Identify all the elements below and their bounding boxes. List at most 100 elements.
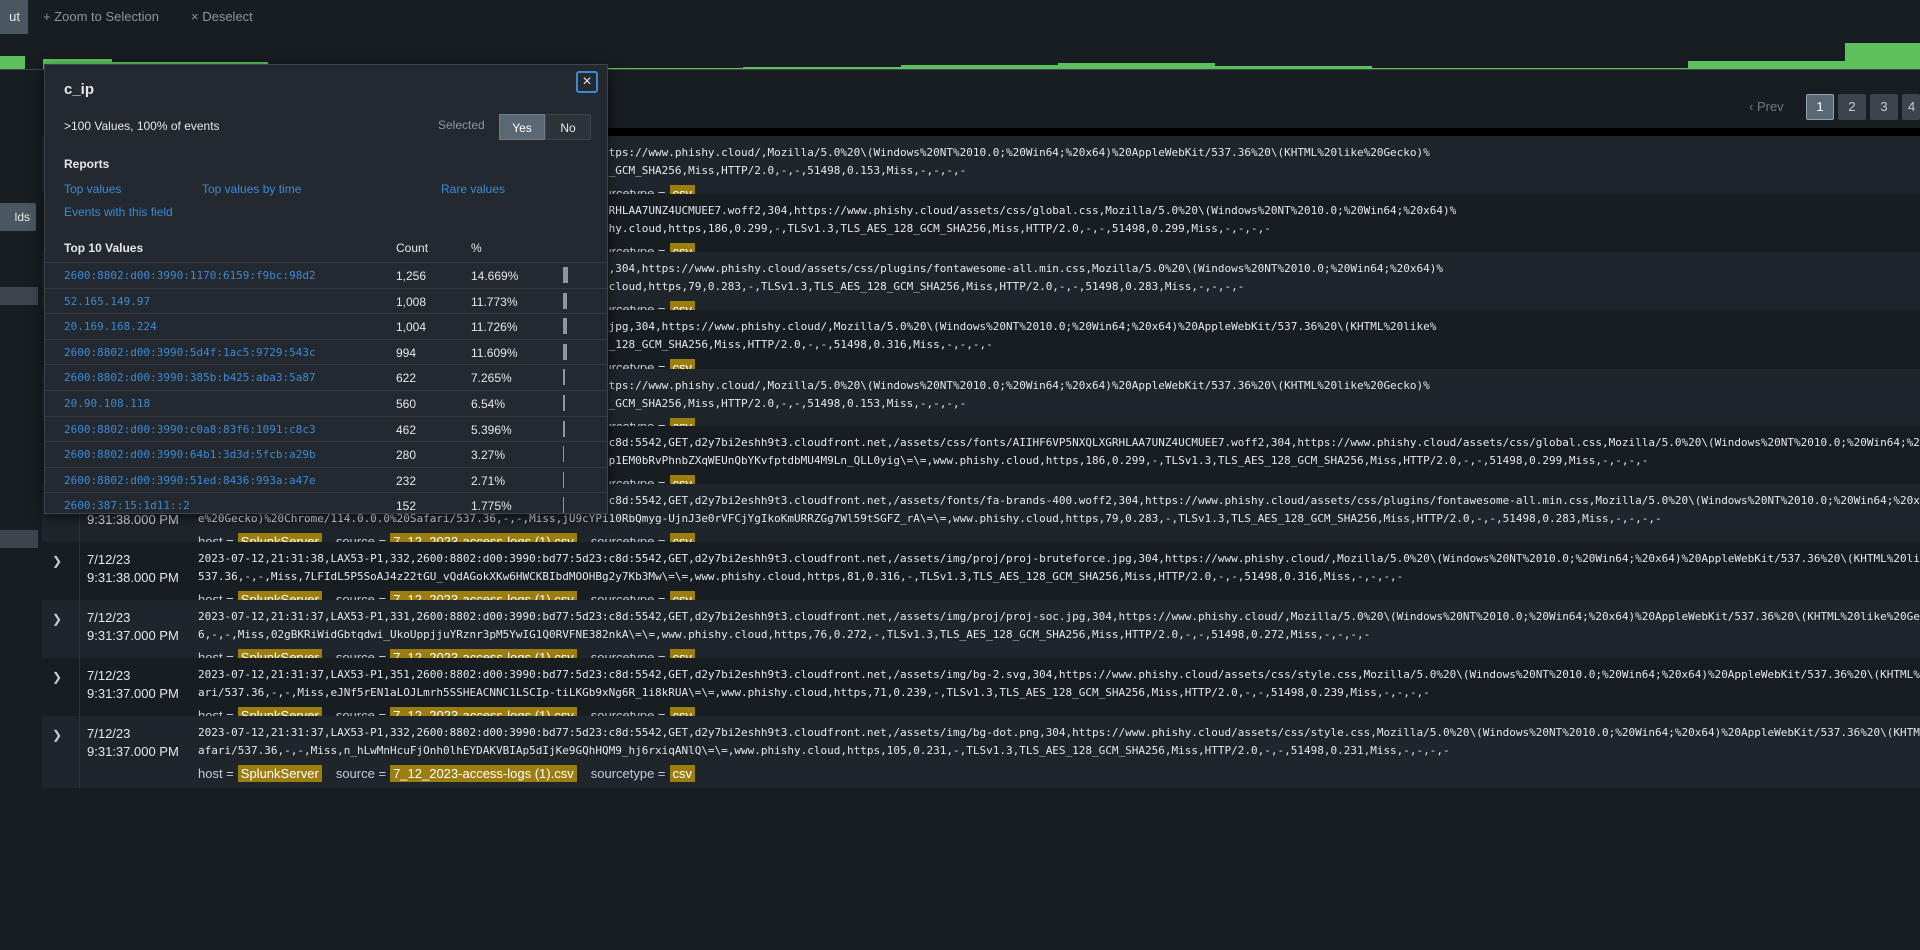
fields-sidebar: lds xyxy=(0,70,42,950)
format-timeline-button[interactable]: ut xyxy=(0,0,28,34)
event-time: 9:31:38.000 PM xyxy=(87,570,179,585)
value-percent: 11.773% xyxy=(471,294,518,309)
top-value-row[interactable]: 2600:387:15:1d11::2 152 1.775% xyxy=(45,492,607,518)
event-time: 9:31:37.000 PM xyxy=(87,744,179,759)
value-percent: 5.396% xyxy=(471,422,512,437)
event-raw-line: 2023-07-12,21:31:38,LAX53-P1,332,2600:88… xyxy=(198,552,1920,565)
chevron-right-icon[interactable]: ❯ xyxy=(52,612,62,626)
percent-column-header: % xyxy=(471,241,482,255)
event-raw-line: 537.36,-,-,Miss,7LFIdL5P5SoAJ4z22tGU_vQd… xyxy=(198,570,1404,583)
deselect-button[interactable]: × Deselect xyxy=(191,0,253,34)
event-row[interactable]: ❯ 7/12/23 9:31:37.000 PM 2023-07-12,21:31:3… xyxy=(42,716,1920,788)
zoom-to-selection-button[interactable]: + Zoom to Selection xyxy=(43,0,159,34)
value-count: 1,004 xyxy=(396,320,427,335)
value-link[interactable]: 2600:8802:d00:3990:1170:6159:f9bc:98d2 xyxy=(64,269,316,282)
top-value-row[interactable]: 52.165.149.97 1,008 11.773% xyxy=(45,287,607,314)
event-raw-line: 2023-07-12,21:31:37,LAX53-P1,332,2600:88… xyxy=(198,726,1920,739)
top-value-row[interactable]: 2600:8802:d00:3990:385b:b425:aba3:5a87 62… xyxy=(45,364,607,390)
top-value-row[interactable]: 2600:8802:d00:3990:51ed:8436:993a:a47e 23… xyxy=(45,466,607,493)
pager-prev-button[interactable]: ‹ Prev xyxy=(1749,94,1784,120)
event-raw-line: 6,-,-,Miss,02gBKRiWidGbtqdwi_UkoUppjjuYR… xyxy=(198,628,1371,641)
value-percent-bar xyxy=(563,395,565,411)
value-count: 622 xyxy=(396,371,417,386)
value-percent-bar xyxy=(563,471,564,488)
value-percent: 11.609% xyxy=(471,345,518,360)
value-count: 1,008 xyxy=(396,294,427,309)
value-percent-bar xyxy=(563,497,564,514)
value-link[interactable]: 2600:387:15:1d11::2 xyxy=(64,499,190,512)
field-summary-popup: c_ip × >100 Values, 100% of events Selec… xyxy=(44,64,608,514)
value-percent-bar xyxy=(563,420,565,437)
value-percent: 11.726% xyxy=(471,320,518,335)
pager-page-3[interactable]: 3 xyxy=(1870,94,1898,120)
value-percent: 7.265% xyxy=(471,371,512,386)
event-date: 7/12/23 xyxy=(87,552,131,567)
event-date: 7/12/23 xyxy=(87,668,131,683)
event-raw-line: afari/537.36,-,-,Miss,n_hLwMnHcuFjOnh0lh… xyxy=(198,744,1450,757)
reports-heading: Reports xyxy=(64,157,110,171)
event-time: 9:31:37.000 PM xyxy=(87,686,179,701)
top-values-by-time-link[interactable]: Top values by time xyxy=(202,182,301,196)
pager-page-1[interactable]: 1 xyxy=(1806,94,1834,120)
top-value-row[interactable]: 2600:8802:d00:3990:c0a8:83f6:1091:c8c3 46… xyxy=(45,415,607,442)
value-link[interactable]: 2600:8802:d00:3990:5d4f:1ac5:9729:543c xyxy=(64,346,316,359)
rare-values-link[interactable]: Rare values xyxy=(441,182,505,196)
chevron-right-icon[interactable]: ❯ xyxy=(52,670,62,684)
event-date: 7/12/23 xyxy=(87,726,131,741)
top-value-row[interactable]: 2600:8802:d00:3990:5d4f:1ac5:9729:543c 99… xyxy=(45,338,607,365)
pager-page-2[interactable]: 2 xyxy=(1838,94,1866,120)
events-header-strip xyxy=(606,128,1920,136)
chevron-right-icon[interactable]: ❯ xyxy=(52,554,62,568)
value-count: 232 xyxy=(396,473,417,488)
top-value-row[interactable]: 2600:8802:d00:3990:1170:6159:f9bc:98d2 1,… xyxy=(45,262,607,288)
host-value[interactable]: SplunkServer xyxy=(237,765,322,782)
field-summary-text: >100 Values, 100% of events xyxy=(64,119,220,133)
value-link[interactable]: 20.90.108.118 xyxy=(64,397,150,410)
sidebar-field-selected[interactable] xyxy=(0,287,38,305)
top-value-row[interactable]: 20.169.168.224 1,004 11.726% xyxy=(45,313,607,339)
top-values-link[interactable]: Top values xyxy=(64,182,121,196)
popup-title: c_ip xyxy=(64,81,95,98)
host-label: host = xyxy=(198,766,234,781)
sidebar-field-selected[interactable] xyxy=(0,530,38,548)
selected-yes-button[interactable]: Yes xyxy=(499,114,545,140)
value-link[interactable]: 52.165.149.97 xyxy=(64,295,150,308)
value-percent: 6.54% xyxy=(471,397,506,411)
value-count: 994 xyxy=(396,345,417,360)
chevron-right-icon[interactable]: ❯ xyxy=(52,728,62,742)
value-link[interactable]: 2600:8802:d00:3990:64b1:3d3d:5fcb:a29b xyxy=(64,448,316,461)
event-raw-text: 2023-07-12,21:31:37,LAX53-P1,332,2600:88… xyxy=(198,724,1920,760)
top-value-row[interactable]: 20.90.108.118 560 6.54% xyxy=(45,390,607,416)
value-link[interactable]: 2600:8802:d00:3990:51ed:8436:993a:a47e xyxy=(64,474,316,487)
value-percent-bar xyxy=(563,446,564,463)
count-column-header: Count xyxy=(396,241,429,255)
sourcetype-label: sourcetype = xyxy=(590,766,666,781)
event-raw-text: 2023-07-12,21:31:37,LAX53-P1,331,2600:88… xyxy=(198,608,1920,644)
selected-no-button[interactable]: No xyxy=(545,114,591,140)
timeline-bar[interactable] xyxy=(0,56,25,70)
timeline-bar[interactable] xyxy=(1845,43,1920,70)
event-raw-text: 2023-07-12,21:31:38,LAX53-P1,332,2600:88… xyxy=(198,550,1920,586)
value-count: 560 xyxy=(396,397,417,411)
sourcetype-value[interactable]: csv xyxy=(669,765,696,782)
events-with-field-link[interactable]: Events with this field xyxy=(64,205,173,219)
value-percent-bar xyxy=(563,343,567,360)
value-percent: 14.669% xyxy=(471,269,519,283)
top-values-heading: Top 10 Values xyxy=(64,241,144,255)
value-link[interactable]: 2600:8802:d00:3990:c0a8:83f6:1091:c8c3 xyxy=(64,423,316,436)
value-percent-bar xyxy=(563,292,567,309)
value-count: 152 xyxy=(396,499,417,514)
value-link[interactable]: 20.169.168.224 xyxy=(64,320,157,333)
all-fields-button[interactable]: lds xyxy=(0,203,36,231)
event-time: 9:31:37.000 PM xyxy=(87,628,179,643)
value-percent: 3.27% xyxy=(471,448,506,463)
event-raw-line: ari/537.36,-,-,Miss,eJNf5rEN1aLOJLmrh5SS… xyxy=(198,686,1430,699)
source-value[interactable]: 7_12_2023-access-logs (1).csv xyxy=(390,765,577,782)
top-value-row[interactable]: 2600:8802:d00:3990:64b1:3d3d:5fcb:a29b 28… xyxy=(45,441,607,467)
close-icon[interactable]: × xyxy=(576,71,598,93)
pager-page-4[interactable]: 4 xyxy=(1902,94,1920,120)
value-percent: 2.71% xyxy=(471,473,506,488)
timeline-toolbar: ut + Zoom to Selection × Deselect xyxy=(0,0,1920,34)
value-link[interactable]: 2600:8802:d00:3990:385b:b425:aba3:5a87 xyxy=(64,371,316,384)
value-count: 1,256 xyxy=(396,269,427,283)
